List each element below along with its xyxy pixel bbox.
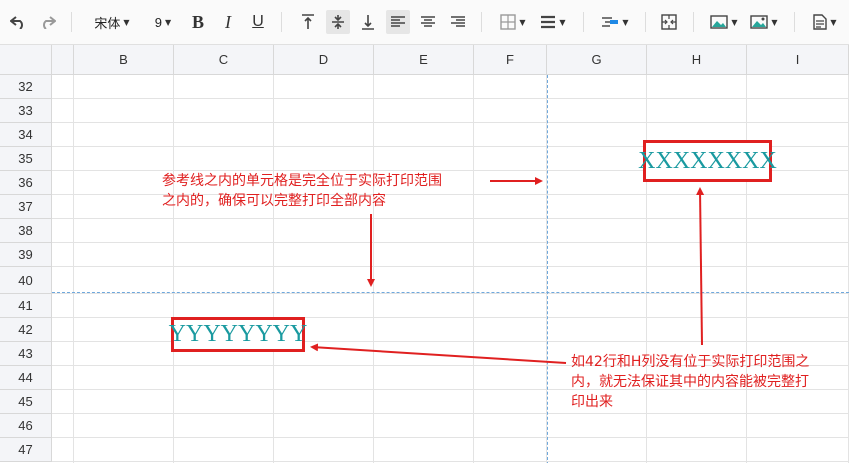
borders-icon	[500, 14, 517, 30]
redo-icon[interactable]	[36, 10, 60, 34]
grid-line	[473, 75, 474, 463]
grid-line	[52, 266, 849, 267]
column-header-b[interactable]: B	[74, 45, 174, 75]
grid-line	[173, 75, 174, 463]
grid-line	[52, 122, 849, 123]
column-header-a[interactable]	[52, 45, 74, 75]
align-left-icon[interactable]	[386, 10, 410, 34]
font-family-select[interactable]: 宋体 ▼	[84, 10, 140, 34]
row-header-46[interactable]: 46	[0, 414, 52, 438]
print-boundary-horizontal	[52, 292, 849, 293]
toolbar-divider	[281, 12, 282, 32]
page-setup-dropdown[interactable]: ▼	[808, 10, 842, 34]
cell-c42[interactable]: YYYYYYYY	[169, 317, 307, 352]
row-header-36[interactable]: 36	[0, 171, 52, 195]
annotation-line: 之内的，确保可以完整打印全部内容	[162, 193, 386, 209]
chevron-down-icon: ▼	[123, 17, 130, 27]
annotation-line: 印出来	[571, 394, 613, 410]
insert-image-dropdown[interactable]: ▼	[706, 10, 742, 34]
row-header-32[interactable]: 32	[0, 75, 52, 99]
row-header-41[interactable]: 41	[0, 294, 52, 318]
grid-line	[273, 75, 274, 463]
row-header-43[interactable]: 43	[0, 342, 52, 366]
grid-line	[52, 461, 849, 462]
grid-line	[52, 437, 849, 438]
line-style-dropdown[interactable]: ▼	[536, 10, 570, 34]
font-size-select[interactable]: 9 ▼	[146, 10, 180, 34]
underline-button[interactable]: U	[246, 10, 270, 34]
align-center-icon[interactable]	[416, 10, 440, 34]
cell-h35[interactable]: XXXXXXXX	[638, 140, 777, 182]
line-style-icon	[541, 15, 556, 29]
row-header-35[interactable]: 35	[0, 147, 52, 171]
column-header-f[interactable]: F	[474, 45, 547, 75]
column-header-g[interactable]: G	[547, 45, 647, 75]
toolbar-divider	[794, 12, 795, 32]
grid-line	[373, 75, 374, 463]
align-bottom-icon[interactable]	[356, 10, 380, 34]
grid-line	[52, 413, 849, 414]
row-header-47[interactable]: 47	[0, 438, 52, 462]
align-middle-icon[interactable]	[326, 10, 350, 34]
font-family-value: 宋体	[94, 15, 121, 31]
grid-line	[52, 293, 849, 294]
toolbar: 宋体 ▼ 9 ▼ B I U ▼ ▼ ▼ ▼ ▼ ▼	[0, 0, 849, 45]
row-header-42[interactable]: 42	[0, 318, 52, 342]
document-icon	[813, 14, 828, 30]
font-size-value: 9	[154, 14, 163, 30]
chevron-down-icon: ▼	[622, 17, 629, 27]
grid-line	[73, 75, 74, 463]
borders-dropdown[interactable]: ▼	[496, 10, 530, 34]
chevron-down-icon: ▼	[519, 17, 526, 27]
row-header-40[interactable]: 40	[0, 267, 52, 294]
row-header-33[interactable]: 33	[0, 99, 52, 123]
row-header-34[interactable]: 34	[0, 123, 52, 147]
annotation-line: 参考线之内的单元格是完全位于实际打印范围	[162, 173, 442, 189]
column-header-d[interactable]: D	[274, 45, 374, 75]
row-header-39[interactable]: 39	[0, 243, 52, 267]
annotation-print-inside: 参考线之内的单元格是完全位于实际打印范围 之内的，确保可以完整打印全部内容	[162, 171, 502, 211]
row-header-44[interactable]: 44	[0, 366, 52, 390]
chevron-down-icon: ▼	[771, 17, 778, 27]
chevron-down-icon: ▼	[731, 17, 738, 27]
column-header-c[interactable]: C	[174, 45, 274, 75]
align-right-icon[interactable]	[446, 10, 470, 34]
toolbar-divider	[583, 12, 584, 32]
row-header-38[interactable]: 38	[0, 219, 52, 243]
grid-line	[52, 218, 849, 219]
bold-button[interactable]: B	[186, 10, 210, 34]
chevron-down-icon: ▼	[165, 17, 172, 27]
background-image-dropdown[interactable]: ▼	[746, 10, 782, 34]
merge-cells-icon[interactable]	[656, 10, 682, 34]
toolbar-divider	[481, 12, 482, 32]
annotation-line: 内，就无法保证其中的内容能被完整打	[571, 374, 809, 390]
chevron-down-icon: ▼	[830, 17, 837, 27]
toolbar-divider	[645, 12, 646, 32]
annotation-print-outside: 如42行和H列没有位于实际打印范围之 内，就无法保证其中的内容能被完整打 印出来	[571, 352, 847, 412]
print-boundary-vertical	[547, 75, 548, 463]
toolbar-divider	[693, 12, 694, 32]
chevron-down-icon: ▼	[559, 17, 566, 27]
row-header-37[interactable]: 37	[0, 195, 52, 219]
conditional-format-icon	[602, 17, 619, 27]
align-top-icon[interactable]	[296, 10, 320, 34]
row-header-45[interactable]: 45	[0, 390, 52, 414]
grid-line	[52, 242, 849, 243]
select-all-corner[interactable]	[0, 45, 52, 75]
grid-line	[52, 98, 849, 99]
column-header-i[interactable]: I	[747, 45, 849, 75]
column-header-h[interactable]: H	[647, 45, 747, 75]
undo-icon[interactable]	[6, 10, 30, 34]
annotation-line: 如42行和H列没有位于实际打印范围之	[571, 354, 810, 370]
column-header-e[interactable]: E	[374, 45, 474, 75]
italic-button[interactable]: I	[216, 10, 240, 34]
background-image-icon	[750, 15, 769, 29]
conditional-format-dropdown[interactable]: ▼	[598, 10, 632, 34]
image-icon	[710, 15, 729, 29]
toolbar-divider	[71, 12, 72, 32]
